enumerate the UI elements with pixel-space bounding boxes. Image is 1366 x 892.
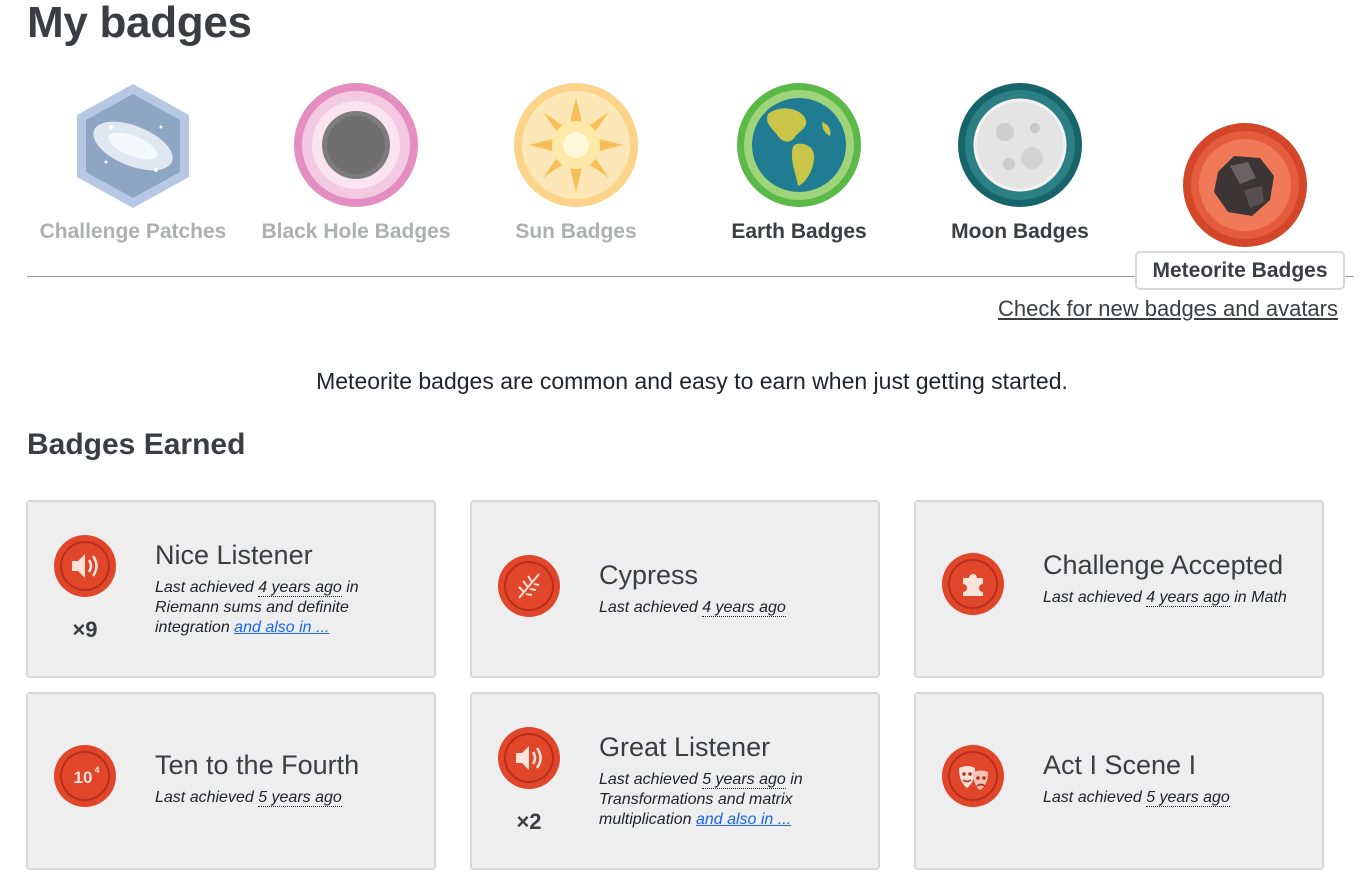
badge-meta: Last achieved 4 years ago in Riemann sum… [155, 578, 420, 638]
speaker-icon [54, 535, 116, 597]
achieved-in: in [346, 579, 359, 596]
category-challenge-patches[interactable]: Challenge Patches [23, 82, 243, 243]
badge-meta: Last achieved 4 years ago [599, 598, 864, 618]
achieved-time: 4 years ago [258, 579, 342, 597]
badge-card-act-i-scene-i[interactable]: Act I Scene I Last achieved 5 years ago [914, 692, 1324, 870]
earth-icon [737, 83, 861, 207]
badge-card-cypress[interactable]: Cypress Last achieved 4 years ago [470, 500, 880, 678]
achieved-time: 5 years ago [702, 771, 786, 789]
badge-name: Ten to the Fourth [155, 750, 360, 780]
leaf-icon [498, 555, 560, 617]
achieved-prefix: Last achieved [155, 789, 254, 806]
category-label: Earth Badges [731, 220, 867, 243]
theater-masks-icon [942, 745, 1004, 807]
moon-icon [958, 83, 1082, 207]
puzzle-icon [942, 553, 1004, 615]
achieved-time: 4 years ago [702, 599, 786, 617]
category-label: Moon Badges [951, 220, 1089, 243]
achieved-prefix: Last achieved [599, 771, 698, 788]
category-earth-badges[interactable]: Earth Badges [689, 82, 909, 243]
category-label: Black Hole Badges [261, 220, 451, 243]
badge-count: ×2 [516, 809, 542, 834]
svg-text:10: 10 [74, 768, 93, 787]
sun-icon [514, 83, 638, 207]
achieved-prefix: Last achieved [155, 579, 254, 596]
badge-name: Nice Listener [155, 540, 313, 570]
check-new-badges-link[interactable]: Check for new badges and avatars [998, 296, 1338, 322]
category-moon-badges[interactable]: Moon Badges [910, 82, 1130, 243]
section-heading: Badges Earned [27, 428, 246, 461]
badge-name: Act I Scene I [1043, 750, 1197, 780]
badge-count: ×9 [72, 617, 98, 642]
svg-text:4: 4 [94, 765, 99, 775]
selected-category-tab[interactable]: Meteorite Badges [1135, 251, 1345, 290]
and-also-in-link[interactable]: and also in ... [234, 619, 329, 636]
page-title: My badges [27, 0, 252, 47]
achieved-context: Math [1251, 589, 1287, 606]
badge-name: Great Listener [599, 732, 771, 762]
achieved-in: in [1234, 589, 1247, 606]
category-label: Challenge Patches [39, 220, 227, 243]
black-hole-icon [294, 83, 418, 207]
category-description: Meteorite badges are common and easy to … [316, 368, 1068, 394]
meteorite-icon [1183, 123, 1307, 247]
achieved-prefix: Last achieved [1043, 789, 1142, 806]
category-black-hole-badges[interactable]: Black Hole Badges [246, 82, 466, 243]
achieved-prefix: Last achieved [1043, 589, 1142, 606]
category-sun-badges[interactable]: Sun Badges [466, 82, 686, 243]
badge-name: Cypress [599, 560, 699, 590]
badge-card-nice-listener[interactable]: ×9 Nice Listener Last achieved 4 years a… [26, 500, 436, 678]
badge-card-great-listener[interactable]: ×2 Great Listener Last achieved 5 years … [470, 692, 880, 870]
badge-card-challenge-accepted[interactable]: Challenge Accepted Last achieved 4 years… [914, 500, 1324, 678]
achieved-time: 5 years ago [258, 789, 342, 807]
badge-meta: Last achieved 4 years ago in Math [1043, 588, 1308, 608]
badge-card-ten-to-the-fourth[interactable]: 10 4 Ten to the Fourth Last achieved 5 y… [26, 692, 436, 870]
speaker-icon [498, 727, 560, 789]
achieved-time: 4 years ago [1146, 589, 1230, 607]
achieved-prefix: Last achieved [599, 599, 698, 616]
badge-meta: Last achieved 5 years ago [155, 788, 420, 808]
badge-name: Challenge Accepted [1043, 550, 1284, 580]
badge-meta: Last achieved 5 years ago [1043, 788, 1308, 808]
ten-to-fourth-icon: 10 4 [54, 745, 116, 807]
and-also-in-link[interactable]: and also in ... [696, 811, 791, 828]
category-label: Sun Badges [515, 220, 637, 243]
challenge-patch-icon [77, 84, 189, 208]
achieved-in: in [790, 771, 803, 788]
category-meteorite-badges[interactable] [1135, 122, 1355, 248]
badge-meta: Last achieved 5 years ago in Transformat… [599, 770, 864, 830]
achieved-time: 5 years ago [1146, 789, 1230, 807]
